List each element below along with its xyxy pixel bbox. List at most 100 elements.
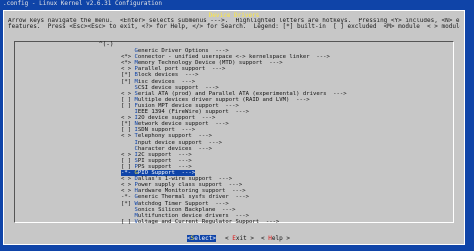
menu-item-text: ardware Monitoring support --->	[137, 188, 246, 195]
menu-item-label: [*] Watchdog Timer Support --->	[121, 201, 229, 207]
menu-item-text: arallel port support --->	[137, 66, 226, 73]
menu-item-text: isc devices --->	[137, 78, 196, 85]
help-rest: elp	[271, 235, 283, 242]
select-close: >	[212, 235, 216, 242]
menu-item-state	[121, 213, 134, 219]
menu-item-text: 2C support --->	[137, 151, 192, 158]
exit-button[interactable]: < Exit >	[225, 235, 254, 243]
menu-item-text: eneric Driver Options --->	[137, 48, 229, 54]
menu-item-state	[121, 146, 134, 152]
help-text: Arrow keys navigate the menu. <Enter> se…	[8, 18, 460, 31]
help-line-2: features. Press <Esc><Esc> to exit, <?> …	[8, 23, 460, 31]
menu-item-state: < >	[121, 151, 135, 158]
menu-item-label: < > Hardware Monitoring support --->	[121, 188, 246, 194]
menu-item-label: < > Power supply class support --->	[121, 182, 242, 188]
menu-item-text: elephony support --->	[137, 133, 212, 140]
menu-list: ^(-) Generic Driver Options ---> <*> Conn…	[14, 41, 454, 225]
select-button[interactable]: <Select>	[187, 235, 216, 243]
menu-item-label: <*> Connector - unified userspace <-> ke…	[121, 54, 330, 60]
menu-item-text: onics Silicon Backplane --->	[137, 206, 236, 213]
menu-item-state: < >	[121, 90, 135, 97]
menu-item-label: [*] Block devices --->	[121, 72, 198, 78]
help-button[interactable]: < Help >	[261, 235, 290, 243]
menu-item-state: -*-	[121, 170, 135, 176]
menu-item-label: IEEE 1394 (FireWire) support --->	[121, 109, 249, 115]
menu-item-state: < >	[121, 182, 135, 189]
menu-item-state: -*-	[121, 194, 135, 201]
menu-item-text: eneric Thermal sysfs driver --->	[137, 194, 249, 201]
menu-item-state	[121, 85, 134, 91]
menu-item-text: EEE 1394 (FireWire) support --->	[137, 109, 249, 115]
menu-item-state: <*>	[121, 60, 135, 67]
menu-item-state: < >	[121, 66, 135, 73]
menu-item-state: [ ]	[121, 157, 135, 164]
menu-item-label: [*] Network device support --->	[121, 121, 229, 127]
menu-item-state	[121, 140, 134, 146]
menu-item-label: -*- GPIO Support --->	[121, 170, 196, 176]
menu-item-label: Multifunction device drivers --->	[121, 213, 249, 219]
menu-item-state: [ ]	[121, 102, 135, 109]
menu-item-label: [ ] PPS support --->	[121, 164, 192, 170]
menu-item-text: 2O device support --->	[137, 115, 216, 122]
select-rest: elect	[194, 235, 213, 242]
menu-item-label: [ ] SPI support --->	[121, 158, 192, 164]
menu-item-label: Generic Driver Options --->	[121, 48, 229, 54]
menu-item-state: < >	[121, 176, 135, 183]
menu-item-state	[121, 109, 134, 115]
menu-item-text: emory Technology Device (MTD) support --…	[137, 60, 283, 67]
menu-item-text: SDN support --->	[137, 127, 196, 134]
menu-item-label: < > I2O device support --->	[121, 115, 215, 121]
menu-item-text: haracter devices --->	[137, 145, 212, 152]
menu-item-label: Character devices --->	[121, 145, 212, 152]
menu-item-text: ultiple devices driver support (RAID and…	[137, 96, 310, 103]
menu-item-state	[121, 48, 134, 54]
menu-item-text: CSI device support --->	[137, 84, 219, 91]
menu-item-state: [ ]	[121, 163, 135, 170]
exit-close: >	[246, 235, 254, 242]
help-close: >	[282, 235, 290, 242]
exit-rest: xit	[235, 235, 247, 242]
menu-item-state: [*]	[121, 200, 135, 207]
menu-item-label: [*] Misc devices --->	[121, 79, 195, 85]
menu-item-text: lock devices --->	[137, 72, 199, 79]
menu-item-state: <*>	[121, 54, 135, 61]
menu-item-text: usion MPT device support --->	[137, 102, 239, 109]
menu-item-state: [*]	[121, 72, 135, 79]
menu-item-text: nput device support --->	[137, 139, 223, 146]
menu-item-state: [ ]	[121, 127, 135, 134]
menu-item-label: < > Dallas's 1-wire support --->	[121, 176, 232, 182]
menu-item[interactable]: [ ] Voltage and Current Regulator Suppor…	[121, 219, 279, 227]
menu-item-text: erial ATA (prod) and Parallel ATA (exper…	[137, 90, 347, 97]
menu-item-text: ultifunction device drivers --->	[137, 212, 249, 219]
menu-item-label: [ ] Voltage and Current Regulator Suppor…	[121, 219, 279, 225]
window-title: .config - Linux Kernel v2.6.31 Configura…	[3, 0, 162, 7]
menu-item-text: PS support --->	[137, 163, 192, 170]
menu-item-state: [*]	[121, 78, 135, 85]
menu-item-text: ower supply class support --->	[137, 182, 243, 189]
menu-item-text: atchdog Timer Support --->	[137, 200, 229, 207]
menu-item-state: [ ]	[121, 218, 135, 225]
menu-item-text: oltage and Current Regulator Support ---…	[137, 218, 280, 225]
menuconfig-dialog: Device Drivers Arrow keys navigate the m…	[3, 10, 465, 245]
menu-item-label: Input device support --->	[121, 140, 222, 146]
menu-item-state: [ ]	[121, 96, 135, 103]
scroll-up-indicator: ^(-)	[99, 41, 114, 48]
menu-item-label: < > Serial ATA (prod) and Parallel ATA (…	[121, 91, 347, 97]
menu-item-label: < > Parallel port support --->	[121, 66, 225, 72]
menu-item-text: onnector - unified userspace <-> kernels…	[137, 54, 330, 61]
menu-item-label: <*> Memory Technology Device (MTD) suppo…	[121, 60, 283, 66]
menu-item-label: [ ] ISDN support --->	[121, 127, 195, 133]
menu-item-label: [ ] Fusion MPT device support --->	[121, 103, 239, 109]
menu-item-state: [*]	[121, 121, 135, 128]
menu-item-text: allas's 1-wire support --->	[137, 176, 233, 183]
menu-item-text: PIO Support --->	[137, 170, 196, 176]
menu-item-state: < >	[121, 115, 135, 122]
button-bar: <Select> < Exit > < Help >	[4, 235, 464, 244]
menu-item-text: etwork device support --->	[137, 121, 229, 128]
menu-item-state: < >	[121, 188, 135, 195]
menu-item-label: < > Telephony support --->	[121, 133, 212, 139]
menu-item-label: [ ] Multiple devices driver support (RAI…	[121, 97, 310, 103]
menu-item-label: < > I2C support --->	[121, 152, 192, 158]
menu-item-label: Sonics Silicon Backplane --->	[121, 206, 236, 213]
menu-item-label: -*- Generic Thermal sysfs driver --->	[121, 194, 249, 200]
